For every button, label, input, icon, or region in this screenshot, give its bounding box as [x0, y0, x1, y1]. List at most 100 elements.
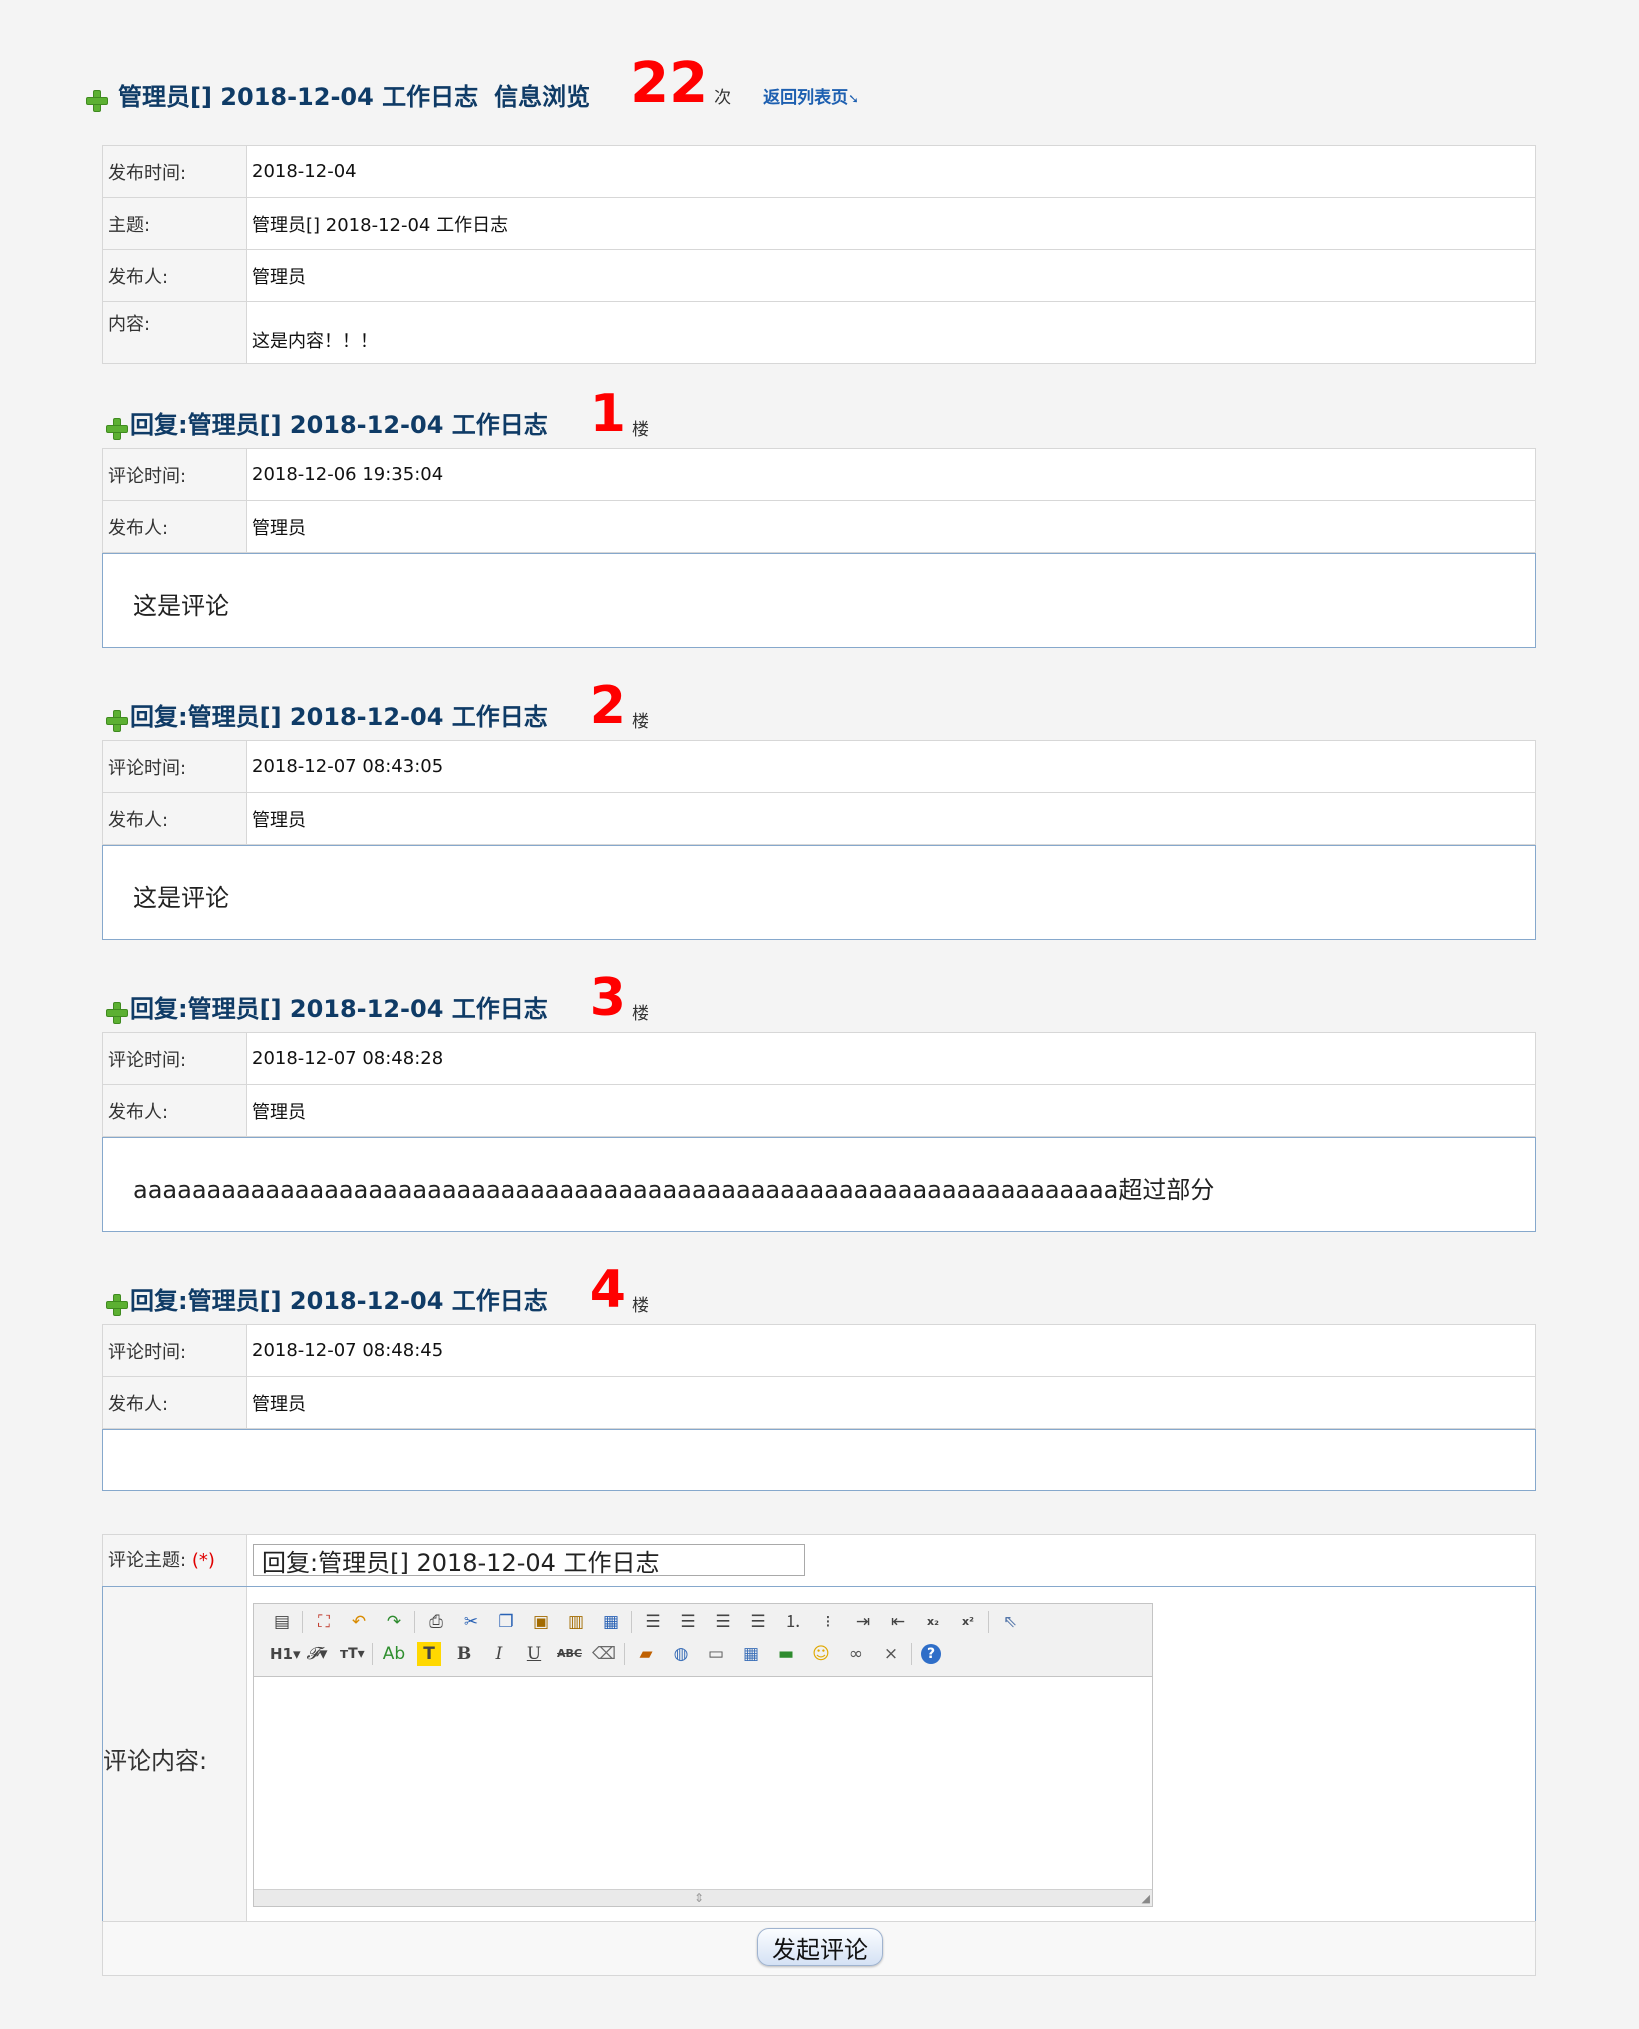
horizontal-rule-icon[interactable]: ▬ — [774, 1642, 798, 1666]
indent-icon[interactable]: ⇥ — [851, 1610, 875, 1634]
comment-text: 这是评论 — [133, 592, 229, 620]
italic-icon[interactable]: I — [487, 1642, 511, 1666]
paste-icon[interactable]: ▣ — [529, 1610, 553, 1634]
reply-table-3: 评论时间: 2018-12-07 08:48:28 发布人: 管理员 — [102, 1032, 1536, 1137]
plus-icon — [106, 1294, 128, 1316]
link-icon[interactable]: ∞ — [844, 1642, 868, 1666]
comment-content-1: 这是评论 — [102, 553, 1536, 648]
subject-input[interactable] — [253, 1544, 805, 1576]
publisher-value: 管理员 — [246, 1084, 1536, 1137]
bold-icon[interactable]: B — [452, 1642, 476, 1666]
toolbar-separator — [414, 1611, 415, 1633]
align-left-icon[interactable]: ☰ — [641, 1610, 665, 1634]
table-icon[interactable]: ▦ — [739, 1642, 763, 1666]
floor-number: 4 — [589, 1260, 626, 1320]
toolbar-row-2: H1▾ 𝓕▾ тT▾ Ab T B I U ABC ⌫ ▰ ◍ ▭ ▦ ▬ ☺ — [264, 1640, 946, 1668]
flash-icon[interactable]: ◍ — [669, 1642, 693, 1666]
comment-content-2: 这是评论 — [102, 845, 1536, 940]
comment-text: aaaaaaaaaaaaaaaaaaaaaaaaaaaaaaaaaaaaaaaa… — [133, 1176, 1215, 1204]
undo-icon[interactable]: ↶ — [347, 1610, 371, 1634]
comment-time-label: 评论时间: — [102, 740, 247, 793]
content-value: 这是内容！！！ — [246, 301, 1536, 364]
help-icon[interactable]: ? — [921, 1644, 941, 1664]
font-size-icon[interactable]: тT▾ — [340, 1642, 365, 1666]
floor-unit: 楼 — [631, 420, 649, 440]
view-count: 22 — [630, 51, 709, 116]
floor-number: 1 — [589, 384, 626, 444]
comment-time-value: 2018-12-07 08:48:45 — [246, 1324, 1536, 1377]
superscript-icon[interactable]: x² — [956, 1610, 980, 1634]
highlight-icon[interactable]: T — [417, 1642, 441, 1666]
select-all-icon[interactable]: ⇖ — [998, 1610, 1022, 1634]
toolbar-separator — [911, 1643, 912, 1665]
publisher-value: 管理员 — [246, 1376, 1536, 1429]
font-color-icon[interactable]: Ab — [382, 1642, 406, 1666]
content-row: 评论内容: ▤ ⛶ ↶ ↷ ⎙ ✂ ❐ ▣ ▥ ▦ ☰ ☰ ☰ ☰ ⒈ ⁝ ⇥ … — [102, 1586, 1536, 1922]
redo-icon[interactable]: ↷ — [382, 1610, 406, 1634]
reply-title: 回复:管理员[] 2018-12-04 工作日志 — [130, 1287, 548, 1315]
emoticon-icon[interactable]: ☺ — [809, 1642, 833, 1666]
reply-table-1: 评论时间: 2018-12-06 19:35:04 发布人: 管理员 — [102, 448, 1536, 553]
comment-content-4 — [102, 1429, 1536, 1491]
ordered-list-icon[interactable]: ⒈ — [781, 1610, 805, 1634]
back-link-label: 返回列表页 — [763, 88, 849, 108]
plus-icon — [86, 90, 108, 112]
strikethrough-icon[interactable]: ABC — [557, 1642, 582, 1666]
page-header: 管理员[] 2018-12-04 工作日志 信息浏览 22 次 返回列表页➘ — [86, 56, 859, 112]
publisher-value: 管理员 — [246, 500, 1536, 553]
toolbar-separator — [988, 1611, 989, 1633]
comment-time-value: 2018-12-06 19:35:04 — [246, 448, 1536, 501]
view-label: 信息浏览 — [494, 83, 591, 111]
toolbar-separator — [372, 1643, 373, 1665]
font-family-icon[interactable]: 𝓕▾ — [305, 1642, 329, 1666]
reply-title: 回复:管理员[] 2018-12-04 工作日志 — [130, 995, 548, 1023]
comment-text: 这是评论 — [133, 884, 229, 912]
editor-toolbar: ▤ ⛶ ↶ ↷ ⎙ ✂ ❐ ▣ ▥ ▦ ☰ ☰ ☰ ☰ ⒈ ⁝ ⇥ ⇤ x₂ x… — [254, 1604, 1152, 1677]
align-center-icon[interactable]: ☰ — [676, 1610, 700, 1634]
unordered-list-icon[interactable]: ⁝ — [816, 1610, 840, 1634]
underline-icon[interactable]: U — [522, 1642, 546, 1666]
paste-word-icon[interactable]: ▦ — [599, 1610, 623, 1634]
align-right-icon[interactable]: ☰ — [711, 1610, 735, 1634]
arrow-down-icon: ➘ — [848, 92, 860, 107]
source-icon[interactable]: ▤ — [270, 1610, 294, 1634]
copy-icon[interactable]: ❐ — [494, 1610, 518, 1634]
back-to-list-link[interactable]: 返回列表页➘ — [763, 83, 859, 108]
align-justify-icon[interactable]: ☰ — [746, 1610, 770, 1634]
submit-row: 发起评论 — [102, 1921, 1536, 1976]
floor-unit: 楼 — [631, 1004, 649, 1024]
remove-format-icon[interactable]: ⌫ — [592, 1642, 616, 1666]
corner-resize-icon[interactable]: ◢ — [1142, 1893, 1150, 1905]
fullscreen-icon[interactable]: ⛶ — [312, 1610, 336, 1634]
table-row: 评论时间: 2018-12-07 08:48:45 — [102, 1324, 1536, 1377]
content-label: 内容: — [102, 301, 247, 364]
floor-unit: 楼 — [631, 1296, 649, 1316]
paste-text-icon[interactable]: ▥ — [564, 1610, 588, 1634]
publisher-label: 发布人: — [102, 500, 247, 553]
image-icon[interactable]: ▰ — [634, 1642, 658, 1666]
toolbar-row-1: ▤ ⛶ ↶ ↷ ⎙ ✂ ❐ ▣ ▥ ▦ ☰ ☰ ☰ ☰ ⒈ ⁝ ⇥ ⇤ x₂ x… — [264, 1608, 1027, 1636]
content-field-label: 评论内容: — [103, 1587, 247, 1921]
editor-text-area[interactable] — [254, 1677, 1152, 1889]
comment-time-label: 评论时间: — [102, 1032, 247, 1085]
table-row: 评论时间: 2018-12-07 08:48:28 — [102, 1032, 1536, 1085]
content-label-text: 评论内容: — [103, 1747, 208, 1775]
comment-time-label: 评论时间: — [102, 1324, 247, 1377]
resize-handle-icon[interactable]: ⇕ — [694, 1891, 704, 1905]
submit-comment-button[interactable]: 发起评论 — [757, 1928, 883, 1966]
unlink-icon[interactable]: ⨯ — [879, 1642, 903, 1666]
editor-resize-bar[interactable]: ⇕ ◢ — [254, 1889, 1152, 1906]
subscript-icon[interactable]: x₂ — [921, 1610, 945, 1634]
comment-time-label: 评论时间: — [102, 448, 247, 501]
media-icon[interactable]: ▭ — [704, 1642, 728, 1666]
outdent-icon[interactable]: ⇤ — [886, 1610, 910, 1634]
cut-icon[interactable]: ✂ — [459, 1610, 483, 1634]
reply-header-4: 回复:管理员[] 2018-12-04 工作日志 4 楼 — [106, 1264, 649, 1316]
floor-number: 2 — [589, 676, 626, 736]
rich-text-editor: ▤ ⛶ ↶ ↷ ⎙ ✂ ❐ ▣ ▥ ▦ ☰ ☰ ☰ ☰ ⒈ ⁝ ⇥ ⇤ x₂ x… — [253, 1603, 1153, 1907]
subject-label-text: 评论主题: — [108, 1550, 187, 1571]
subject-field-label: 评论主题: (*) — [103, 1535, 247, 1586]
heading-icon[interactable]: H1▾ — [270, 1642, 301, 1666]
publisher-label: 发布人: — [102, 1376, 247, 1429]
print-icon[interactable]: ⎙ — [424, 1610, 448, 1634]
